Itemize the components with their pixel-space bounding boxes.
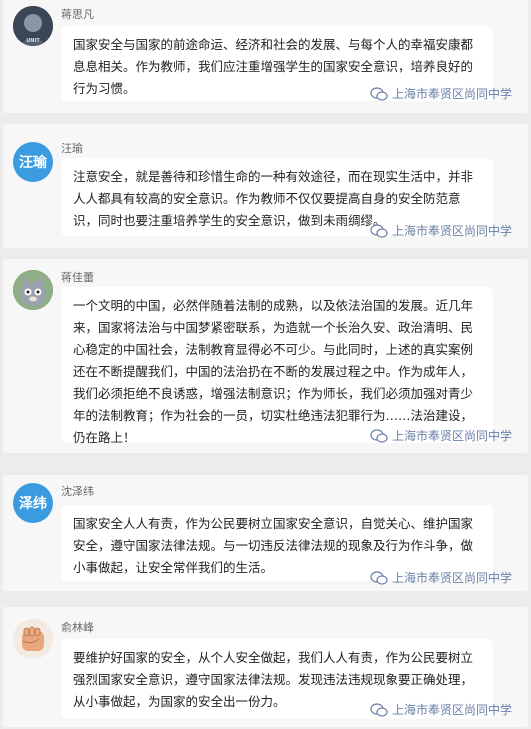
avatar-logo-text: UNIT — [26, 38, 40, 44]
watermark-text: 上海市奉贤区尚同中学 — [391, 429, 512, 443]
comment-text: 一个文明的中国，必然伴随着法制的成熟，以及依法治国的发展。近几年来，国家将法治与… — [61, 287, 493, 445]
wechat-icon — [370, 702, 388, 717]
comment-card: 泽纬 沈泽纬 国家安全人人有责，作为公民要树立国家安全意识，自觉关心、维护国家安… — [3, 475, 528, 591]
commenter-name: 俞林峰 — [61, 621, 94, 634]
avatar[interactable]: UNIT — [13, 6, 53, 46]
avatar-text: 汪瑜 — [19, 155, 47, 171]
avatar-text: 泽纬 — [19, 496, 47, 512]
wechat-icon — [370, 428, 388, 443]
watermark: 上海市奉贤区尚同中学 — [370, 222, 512, 239]
commenter-name: 蒋佳蕾 — [61, 271, 94, 284]
wechat-icon — [370, 570, 388, 585]
fist-icon — [13, 619, 53, 659]
avatar[interactable] — [13, 619, 53, 659]
watermark: 上海市奉贤区尚同中学 — [370, 85, 512, 102]
user-photo-icon: UNIT — [13, 6, 53, 46]
watermark-text: 上海市奉贤区尚同中学 — [391, 571, 512, 585]
avatar[interactable]: 汪瑜 — [13, 142, 53, 182]
wechat-icon — [370, 86, 388, 101]
comment-card: 俞林峰 要维护好国家的安全，从个人安全做起，我们人人有责，作为公民要树立强烈国家… — [3, 607, 528, 727]
cartoon-cat-icon — [13, 270, 53, 310]
watermark: 上海市奉贤区尚同中学 — [370, 569, 512, 586]
comment-card: 汪瑜 汪瑜 注意安全，就是善待和珍惜生命的一种有效途径，而在现实生活中，并非人人… — [3, 124, 528, 248]
watermark: 上海市奉贤区尚同中学 — [370, 427, 512, 444]
commenter-name: 沈泽纬 — [61, 485, 94, 498]
commenter-name: 汪瑜 — [61, 142, 83, 155]
watermark-text: 上海市奉贤区尚同中学 — [391, 703, 512, 717]
avatar[interactable]: 泽纬 — [13, 483, 53, 523]
wechat-icon — [370, 223, 388, 238]
watermark: 上海市奉贤区尚同中学 — [370, 701, 512, 718]
avatar[interactable] — [13, 270, 53, 310]
commenter-name: 蒋思凡 — [61, 8, 94, 21]
comment-card: 蒋佳蕾 一个文明的中国，必然伴随着法制的成熟，以及依法治国的发展。近几年来，国家… — [3, 259, 528, 453]
watermark-text: 上海市奉贤区尚同中学 — [391, 87, 512, 101]
watermark-text: 上海市奉贤区尚同中学 — [391, 224, 512, 238]
comment-card: UNIT 蒋思凡 国家安全与国家的前途命运、经济和社会的发展、与每个人的幸福安康… — [3, 0, 528, 113]
